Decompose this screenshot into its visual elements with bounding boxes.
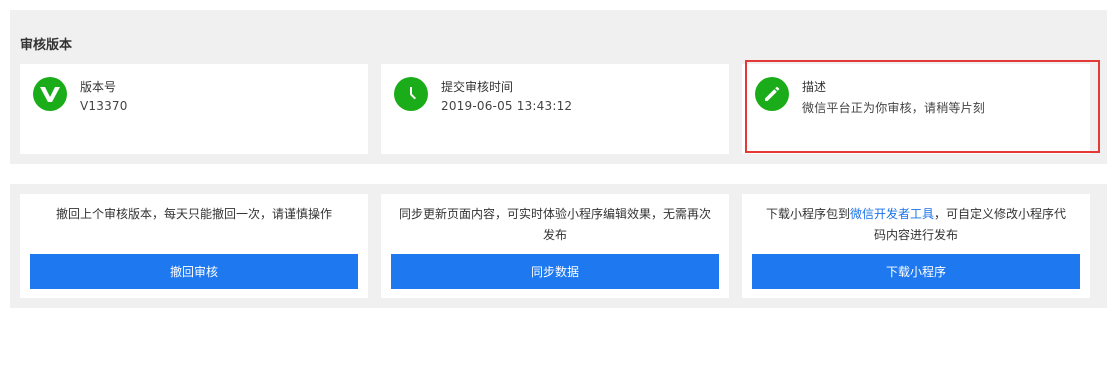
v-logo-icon [33, 77, 67, 111]
version-number-card: 版本号 V13370 [20, 64, 368, 154]
download-miniprogram-button[interactable]: 下载小程序 [752, 254, 1080, 289]
download-card: 下载小程序包到微信开发者工具，可自定义修改小程序代码内容进行发布 下载小程序 [742, 194, 1090, 298]
withdraw-description: 撤回上个审核版本，每天只能撤回一次，请谨慎操作 [55, 207, 332, 221]
withdraw-review-button[interactable]: 撤回审核 [30, 254, 358, 289]
sync-card: 同步更新页面内容，可实时体验小程序编辑效果，无需再次发布 同步数据 [381, 194, 729, 298]
withdraw-card: 撤回上个审核版本，每天只能撤回一次，请谨慎操作 撤回审核 [20, 194, 368, 298]
highlight-box [745, 60, 1100, 153]
version-label: 版本号 [80, 80, 117, 94]
download-description: 下载小程序包到微信开发者工具，可自定义修改小程序代码内容进行发布 [760, 204, 1072, 246]
submit-time-card: 提交审核时间 2019-06-05 13:43:12 [381, 64, 729, 154]
download-desc-pre: 下载小程序包到 [765, 207, 850, 221]
version-value: V13370 [80, 99, 128, 113]
sync-data-button[interactable]: 同步数据 [391, 254, 719, 289]
submit-time-label: 提交审核时间 [441, 80, 514, 94]
section-title: 审核版本 [20, 38, 73, 53]
wechat-devtools-link[interactable]: 微信开发者工具 [850, 207, 934, 221]
submit-time-value: 2019-06-05 13:43:12 [441, 99, 573, 113]
actions-panel: 撤回上个审核版本，每天只能撤回一次，请谨慎操作 撤回审核 同步更新页面内容，可实… [10, 184, 1107, 308]
clock-icon [394, 77, 428, 111]
sync-description: 同步更新页面内容，可实时体验小程序编辑效果，无需再次发布 [399, 207, 712, 242]
